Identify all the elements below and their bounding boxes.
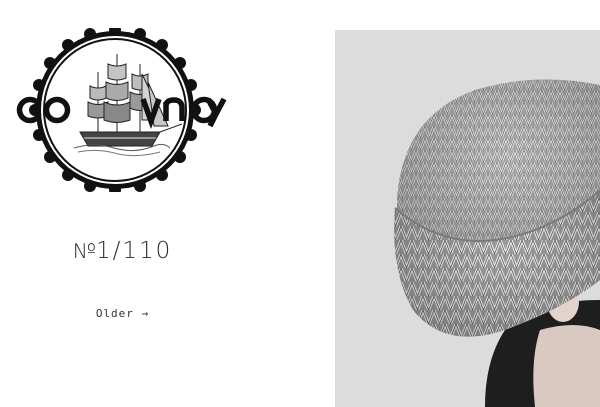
older-link[interactable]: Older →: [0, 307, 245, 320]
knit-beanie-photo: [335, 30, 600, 407]
beanie-photo: [335, 30, 600, 407]
issue-value: 1/110: [96, 238, 173, 264]
issue-prefix: №: [72, 239, 96, 263]
convoy-logo[interactable]: [14, 28, 228, 192]
issue-number: №1/110: [0, 238, 245, 264]
left-panel: №1/110 Older →: [0, 0, 335, 407]
